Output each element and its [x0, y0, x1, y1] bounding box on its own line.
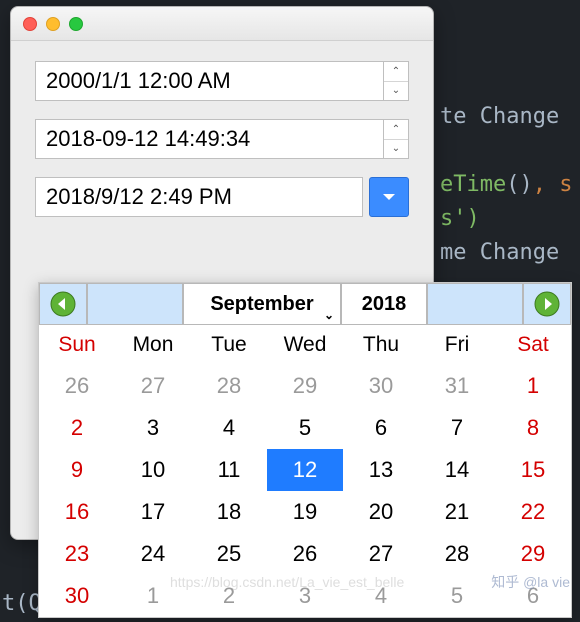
calendar-day[interactable]: 27: [343, 533, 419, 575]
calendar-day[interactable]: 12: [267, 449, 343, 491]
chevron-down-icon: ⌄: [324, 308, 334, 322]
calendar-day[interactable]: 27: [115, 365, 191, 407]
calendar-day[interactable]: 23: [39, 533, 115, 575]
month-selector[interactable]: September ⌄: [183, 283, 341, 325]
zoom-icon[interactable]: [69, 17, 83, 31]
datetime-input-3[interactable]: [35, 177, 363, 217]
weekday-header: Wed: [267, 325, 343, 365]
step-down-button[interactable]: ⌄: [384, 140, 408, 159]
datetime-input-1[interactable]: [35, 61, 383, 101]
window-body: ⌃ ⌄ ⌃ ⌄: [11, 41, 433, 217]
header-spacer-right: [427, 283, 523, 325]
calendar-day[interactable]: 29: [495, 533, 571, 575]
calendar-day[interactable]: 14: [419, 449, 495, 491]
calendar-day[interactable]: 16: [39, 491, 115, 533]
header-spacer-left: [87, 283, 183, 325]
close-icon[interactable]: [23, 17, 37, 31]
calendar-day[interactable]: 7: [419, 407, 495, 449]
year-selector[interactable]: 2018: [341, 283, 427, 325]
calendar-day[interactable]: 5: [267, 407, 343, 449]
prev-month-button[interactable]: [39, 283, 87, 325]
calendar-day[interactable]: 28: [191, 365, 267, 407]
calendar-day[interactable]: 11: [191, 449, 267, 491]
weekday-row: SunMonTueWedThuFriSat: [39, 325, 571, 365]
datetime-field-2: ⌃ ⌄: [35, 119, 409, 159]
calendar-day[interactable]: 26: [39, 365, 115, 407]
minimize-icon[interactable]: [46, 17, 60, 31]
step-up-button[interactable]: ⌃: [384, 120, 408, 140]
year-label: 2018: [362, 293, 407, 316]
calendar-day[interactable]: 10: [115, 449, 191, 491]
code-bottom: t(Q: [2, 591, 42, 616]
calendar-day[interactable]: 29: [267, 365, 343, 407]
calendar-day[interactable]: 3: [115, 407, 191, 449]
calendar-day[interactable]: 21: [419, 491, 495, 533]
calendar-day[interactable]: 30: [39, 575, 115, 617]
calendar-day[interactable]: 1: [495, 365, 571, 407]
datetime-input-2[interactable]: [35, 119, 383, 159]
chevron-down-icon: [381, 191, 397, 203]
step-up-button[interactable]: ⌃: [384, 62, 408, 82]
calendar-day[interactable]: 9: [39, 449, 115, 491]
calendar-day[interactable]: 4: [191, 407, 267, 449]
spinner-1: ⌃ ⌄: [383, 61, 409, 101]
calendar-day[interactable]: 28: [419, 533, 495, 575]
zhihu-badge: 知乎 @la vie: [491, 572, 570, 592]
calendar-day[interactable]: 15: [495, 449, 571, 491]
calendar-day[interactable]: 20: [343, 491, 419, 533]
datetime-field-1: ⌃ ⌄: [35, 61, 409, 101]
spinner-2: ⌃ ⌄: [383, 119, 409, 159]
titlebar: [11, 7, 433, 41]
weekday-header: Thu: [343, 325, 419, 365]
month-label: September: [210, 293, 313, 316]
calendar-day[interactable]: 25: [191, 533, 267, 575]
calendar-day[interactable]: 6: [343, 407, 419, 449]
calendar-dropdown-button[interactable]: [369, 177, 409, 217]
weekday-header: Fri: [419, 325, 495, 365]
calendar-day[interactable]: 30: [343, 365, 419, 407]
datetime-field-3: [35, 177, 409, 217]
watermark: https://blog.csdn.net/La_vie_est_belle: [170, 574, 404, 590]
calendar-day[interactable]: 8: [495, 407, 571, 449]
calendar-day[interactable]: 24: [115, 533, 191, 575]
calendar-header: September ⌄ 2018: [39, 283, 571, 325]
calendar-day[interactable]: 5: [419, 575, 495, 617]
calendar-day[interactable]: 2: [39, 407, 115, 449]
weekday-header: Sun: [39, 325, 115, 365]
arrow-right-icon: [534, 291, 560, 317]
step-down-button[interactable]: ⌄: [384, 82, 408, 101]
calendar-day[interactable]: 19: [267, 491, 343, 533]
weekday-header: Tue: [191, 325, 267, 365]
calendar-day[interactable]: 31: [419, 365, 495, 407]
arrow-left-icon: [50, 291, 76, 317]
calendar-day[interactable]: 13: [343, 449, 419, 491]
calendar-popup: September ⌄ 2018 SunMonTueWedThuFriSat 2…: [38, 282, 572, 618]
calendar-day[interactable]: 22: [495, 491, 571, 533]
weekday-header: Sat: [495, 325, 571, 365]
next-month-button[interactable]: [523, 283, 571, 325]
calendar-day[interactable]: 17: [115, 491, 191, 533]
calendar-day[interactable]: 26: [267, 533, 343, 575]
weekday-header: Mon: [115, 325, 191, 365]
calendar-day[interactable]: 18: [191, 491, 267, 533]
